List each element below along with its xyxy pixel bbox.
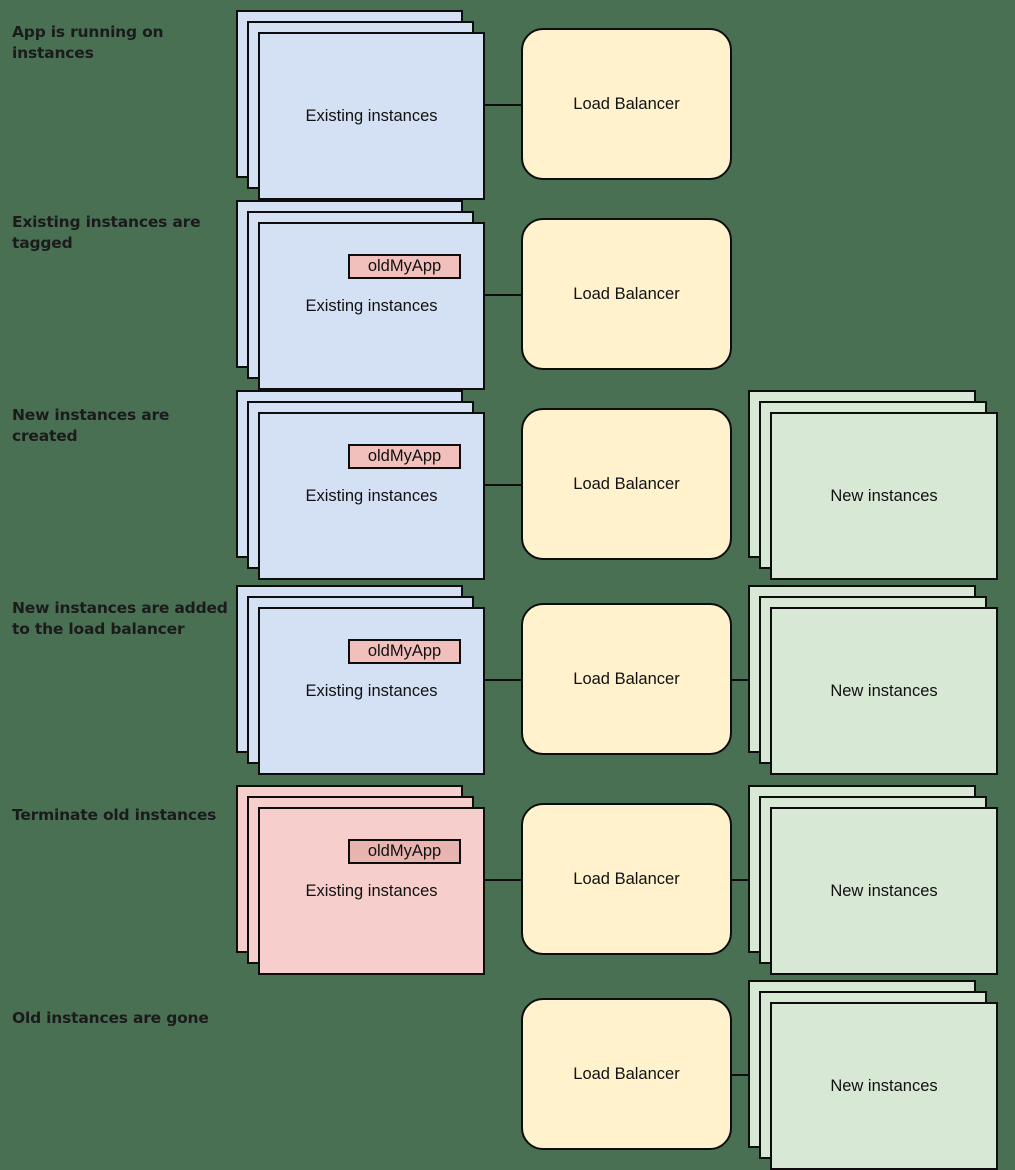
stack-label: Existing instances: [305, 487, 438, 505]
stack-card-front: Existing instances: [258, 32, 485, 200]
existing-instances-stack-row3: Existing instances oldMyApp: [236, 390, 485, 580]
load-balancer-row5: Load Balancer: [521, 803, 732, 955]
existing-instances-stack-row2: Existing instances oldMyApp: [236, 200, 485, 390]
existing-instances-stack-row4: Existing instances oldMyApp: [236, 585, 485, 775]
stack-label: Existing instances: [305, 682, 438, 700]
row-label-3: New instances are created: [12, 406, 170, 445]
new-instances-stack-row3: New instances: [748, 390, 998, 580]
stack-label: Existing instances: [305, 107, 438, 125]
row-label-4: New instances are added to the load bala…: [12, 599, 228, 638]
load-balancer-row1: Load Balancer: [521, 28, 732, 180]
connector-load-balancer-to-new-row5: [732, 879, 748, 881]
connector-existing-to-load-balancer-row5: [485, 879, 521, 881]
load-balancer-row3: Load Balancer: [521, 408, 732, 560]
deployment-sequence-diagram: App is running on instances Existing inst…: [0, 0, 1015, 1170]
connector-existing-to-load-balancer-row1: [485, 104, 521, 106]
stack-card-front: Existing instances oldMyApp: [258, 607, 485, 775]
connector-existing-to-load-balancer-row2: [485, 294, 521, 296]
load-balancer-row6: Load Balancer: [521, 998, 732, 1150]
existing-instances-stack-row1: Existing instances: [236, 10, 485, 200]
oldmyapp-tag: oldMyApp: [348, 839, 461, 864]
row-label-5: Terminate old instances: [12, 806, 217, 824]
row-label-6: Old instances are gone: [12, 1009, 209, 1027]
connector-existing-to-load-balancer-row3: [485, 484, 521, 486]
oldmyapp-tag: oldMyApp: [348, 444, 461, 469]
stack-label: New instances: [830, 1077, 938, 1095]
stack-label: New instances: [830, 682, 938, 700]
stack-label: Existing instances: [305, 297, 438, 315]
stack-card-front: New instances: [770, 1002, 998, 1170]
stack-card-front: New instances: [770, 807, 998, 975]
stack-card-front: New instances: [770, 412, 998, 580]
stack-card-front: Existing instances oldMyApp: [258, 807, 485, 975]
row-label-2: Existing instances are tagged: [12, 213, 201, 252]
stack-card-front: Existing instances oldMyApp: [258, 222, 485, 390]
connector-load-balancer-to-new-row4: [732, 679, 748, 681]
stack-card-front: New instances: [770, 607, 998, 775]
load-balancer-row4: Load Balancer: [521, 603, 732, 755]
oldmyapp-tag: oldMyApp: [348, 254, 461, 279]
connector-load-balancer-to-new-row6: [732, 1074, 748, 1076]
oldmyapp-tag: oldMyApp: [348, 639, 461, 664]
new-instances-stack-row6: New instances: [748, 980, 998, 1170]
stack-card-front: Existing instances oldMyApp: [258, 412, 485, 580]
stack-label: Existing instances: [305, 882, 438, 900]
new-instances-stack-row5: New instances: [748, 785, 998, 975]
stack-label: New instances: [830, 487, 938, 505]
existing-instances-stack-row5: Existing instances oldMyApp: [236, 785, 485, 975]
stack-label: New instances: [830, 882, 938, 900]
row-label-1: App is running on instances: [12, 23, 164, 62]
connector-existing-to-load-balancer-row4: [485, 679, 521, 681]
load-balancer-row2: Load Balancer: [521, 218, 732, 370]
new-instances-stack-row4: New instances: [748, 585, 998, 775]
